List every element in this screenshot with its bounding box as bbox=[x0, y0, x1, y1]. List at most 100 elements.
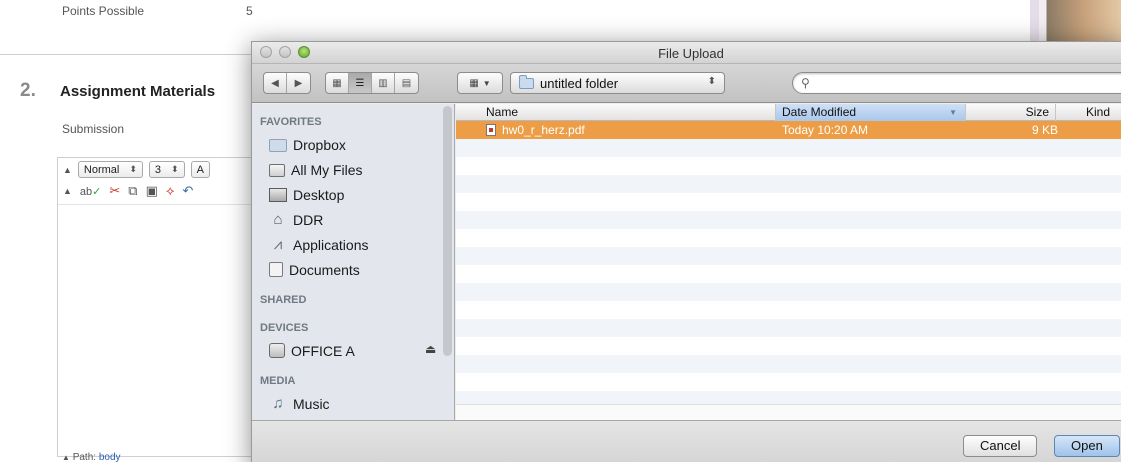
search-field[interactable]: ⚲ bbox=[792, 72, 1121, 94]
sidebar-item-all-my-files[interactable]: All My Files bbox=[252, 157, 454, 182]
back-button[interactable]: ◀ bbox=[264, 73, 287, 93]
sidebar-item-dropbox[interactable]: Dropbox bbox=[252, 132, 454, 157]
column-header-name[interactable]: Name bbox=[456, 104, 776, 121]
column-header-date-modified[interactable]: Date Modified ▼ bbox=[776, 104, 966, 121]
collapse-icon[interactable]: ▲ bbox=[62, 453, 70, 462]
disk-icon bbox=[269, 343, 285, 358]
location-label: untitled folder bbox=[540, 75, 619, 91]
empty-row bbox=[456, 319, 1121, 337]
sidebar-item-documents[interactable]: Documents bbox=[252, 257, 454, 282]
pdf-file-icon bbox=[486, 124, 496, 136]
empty-row bbox=[456, 193, 1121, 211]
scrollbar-track bbox=[456, 404, 1121, 420]
list-view-button[interactable]: ☰ bbox=[349, 73, 372, 93]
dialog-toolbar: ◀ ▶ ▦ ☰ ▥ ▤ ▦ ▼ untitled folder ⬍ ⚲ bbox=[252, 64, 1121, 103]
chevron-down-icon: ▼ bbox=[482, 78, 491, 88]
points-possible-value: 5 bbox=[246, 4, 253, 18]
section-title: Assignment Materials bbox=[60, 83, 216, 100]
documents-icon bbox=[269, 262, 283, 277]
copy-icon[interactable]: ⧉ bbox=[128, 183, 137, 199]
file-size: 9 KB bbox=[1032, 123, 1059, 137]
empty-row bbox=[456, 373, 1121, 391]
music-icon: ♫ bbox=[272, 394, 284, 412]
file-row[interactable]: hw0_r_herz.pdf Today 10:20 AM 9 KB bbox=[456, 121, 1121, 139]
open-button[interactable]: Open bbox=[1054, 435, 1120, 457]
paste-icon[interactable]: ▣ bbox=[146, 183, 158, 199]
file-list-header: Name Date Modified ▼ Size Kind bbox=[456, 104, 1121, 121]
cancel-button[interactable]: Cancel bbox=[963, 435, 1038, 457]
editor-toolbar-row-2: ▲ ab✓ ✂ ⧉ ▣ ⟡ ↶ bbox=[63, 183, 193, 199]
select-arrow-icon: ⬍ bbox=[129, 164, 137, 174]
submission-label: Submission bbox=[62, 122, 125, 136]
sidebar-item-office-a[interactable]: OFFICE A ⏏ bbox=[252, 338, 454, 363]
sidebar-item-applications[interactable]: ⩘ Applications bbox=[252, 232, 454, 257]
desktop-icon bbox=[269, 187, 287, 202]
remove-format-icon[interactable]: ⟡ bbox=[166, 183, 175, 199]
editor-toolbar-row-1: ▲ Normal ⬍ 3 ⬍ A bbox=[63, 161, 210, 179]
sidebar-scrollbar[interactable] bbox=[443, 106, 452, 356]
sidebar-item-desktop[interactable]: Desktop bbox=[252, 182, 454, 207]
collapse-icon[interactable]: ▲ bbox=[63, 161, 72, 179]
icon-view-button[interactable]: ▦ bbox=[326, 73, 349, 93]
spellcheck-icon[interactable]: ab✓ bbox=[80, 185, 101, 198]
folder-icon bbox=[269, 139, 287, 152]
search-input[interactable] bbox=[815, 76, 1096, 90]
select-arrow-icon: ⬍ bbox=[171, 164, 179, 174]
section-number: 2. bbox=[20, 80, 36, 101]
empty-row bbox=[456, 211, 1121, 229]
search-icon: ⚲ bbox=[801, 76, 810, 90]
sidebar-item-ddr[interactable]: ⌂ DDR bbox=[252, 207, 454, 232]
back-forward-control: ◀ ▶ bbox=[263, 72, 311, 94]
sidebar-heading-shared: SHARED bbox=[260, 294, 307, 306]
collapse-icon[interactable]: ▲ bbox=[63, 186, 72, 196]
empty-row bbox=[456, 247, 1121, 265]
column-header-kind[interactable]: Kind bbox=[1056, 104, 1121, 121]
editor-separator bbox=[58, 204, 256, 205]
size-select[interactable]: 3 ⬍ bbox=[148, 161, 185, 178]
sidebar: FAVORITES Dropbox All My Files Desktop ⌂… bbox=[252, 104, 455, 420]
thumbnail-image bbox=[1030, 0, 1121, 45]
cut-icon[interactable]: ✂ bbox=[109, 183, 120, 199]
file-list: Name Date Modified ▼ Size Kind hw0_r_her… bbox=[456, 104, 1121, 404]
empty-row bbox=[456, 301, 1121, 319]
coverflow-view-button[interactable]: ▤ bbox=[395, 73, 418, 93]
file-name: hw0_r_herz.pdf bbox=[502, 123, 585, 137]
sort-descending-icon: ▼ bbox=[949, 108, 957, 117]
empty-row bbox=[456, 229, 1121, 247]
applications-icon: ⩘ bbox=[273, 235, 283, 253]
empty-row bbox=[456, 157, 1121, 175]
empty-row bbox=[456, 355, 1121, 373]
empty-row bbox=[456, 391, 1121, 404]
divider bbox=[0, 54, 252, 55]
points-possible-label: Points Possible bbox=[62, 4, 145, 18]
undo-icon[interactable]: ↶ bbox=[182, 183, 193, 199]
path-body-link[interactable]: body bbox=[99, 452, 121, 462]
font-select[interactable]: A bbox=[190, 161, 210, 178]
sidebar-heading-favorites: FAVORITES bbox=[260, 116, 322, 128]
sidebar-heading-devices: DEVICES bbox=[260, 322, 309, 334]
sidebar-item-music[interactable]: ♫ Music bbox=[252, 391, 454, 416]
view-mode-control: ▦ ☰ ▥ ▤ bbox=[325, 72, 419, 94]
empty-row bbox=[456, 283, 1121, 301]
arrange-button[interactable]: ▦ ▼ bbox=[457, 72, 503, 94]
empty-row bbox=[456, 265, 1121, 283]
dialog-button-bar: Cancel Open bbox=[252, 420, 1121, 462]
rich-text-editor[interactable] bbox=[57, 157, 257, 457]
home-icon: ⌂ bbox=[273, 210, 283, 228]
folder-icon bbox=[519, 74, 534, 89]
title-bar[interactable]: File Upload bbox=[252, 42, 1121, 64]
eject-icon[interactable]: ⏏ bbox=[425, 342, 436, 356]
format-select[interactable]: Normal ⬍ bbox=[77, 161, 143, 178]
editor-path: ▲ Path: body bbox=[62, 452, 121, 462]
forward-button[interactable]: ▶ bbox=[287, 73, 310, 93]
arrange-icon: ▦ bbox=[469, 77, 479, 89]
empty-row bbox=[456, 139, 1121, 157]
dialog-title: File Upload bbox=[658, 46, 724, 61]
file-date-modified: Today 10:20 AM bbox=[782, 123, 869, 137]
location-popup[interactable]: untitled folder ⬍ bbox=[510, 72, 725, 94]
updown-arrow-icon: ⬍ bbox=[707, 76, 716, 87]
all-files-icon bbox=[269, 164, 285, 177]
empty-row bbox=[456, 175, 1121, 193]
column-header-size[interactable]: Size bbox=[966, 104, 1056, 121]
column-view-button[interactable]: ▥ bbox=[372, 73, 395, 93]
